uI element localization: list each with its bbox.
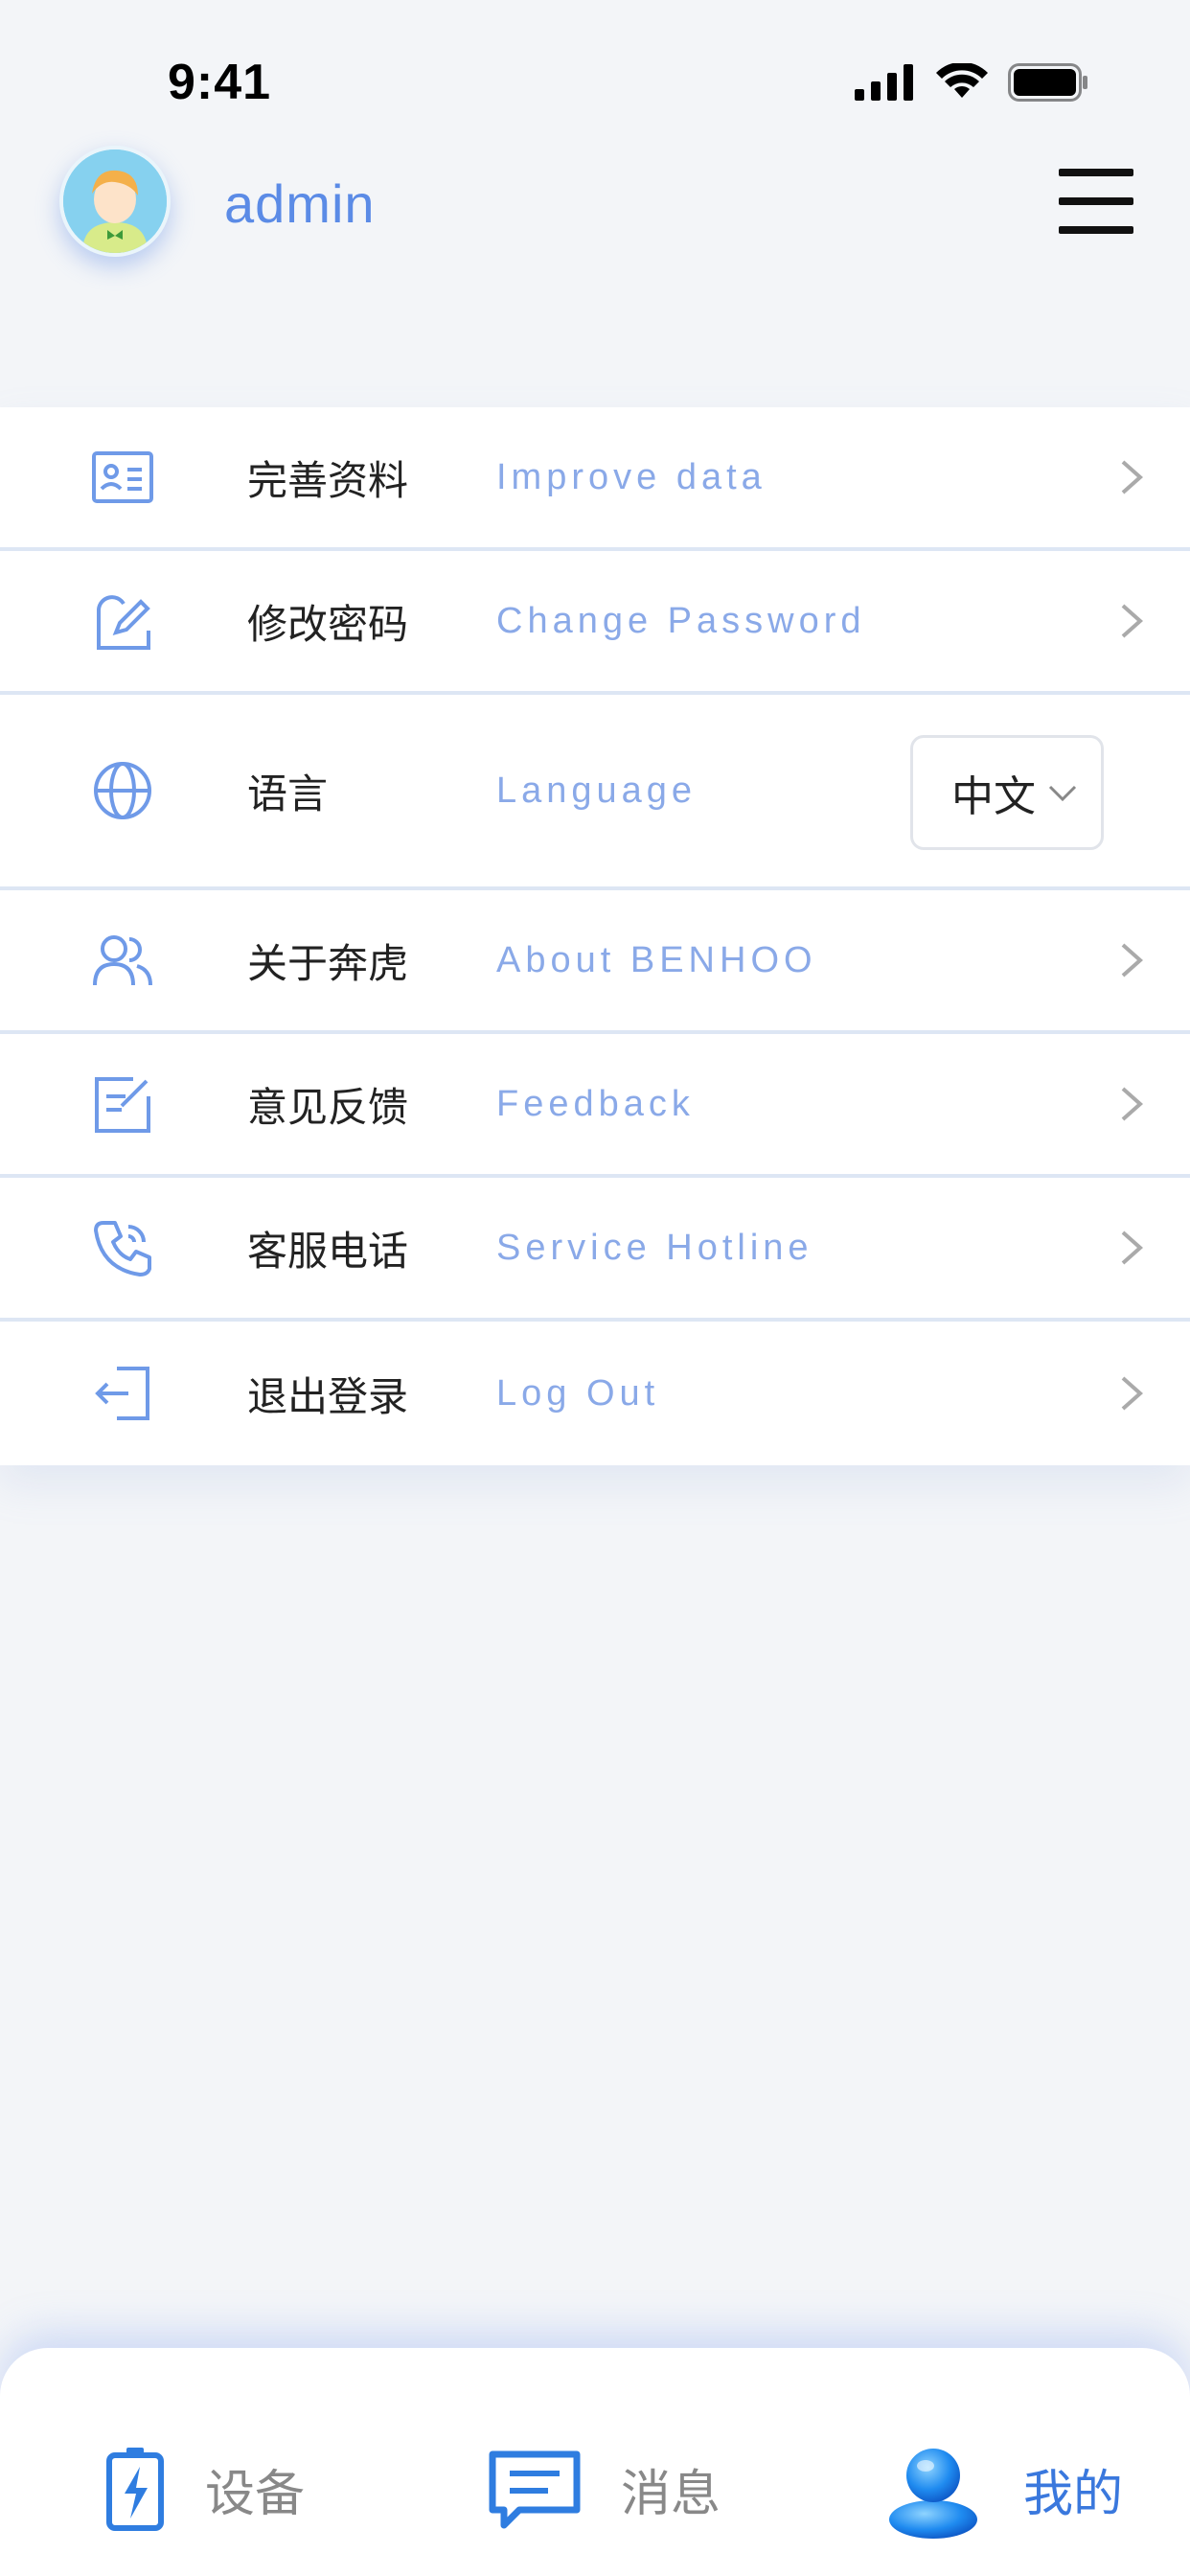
- tab-devices[interactable]: 设备: [103, 2436, 305, 2542]
- signal-icon: [855, 64, 913, 101]
- logout-icon: [90, 1361, 155, 1426]
- chevron-right-icon: [1121, 1376, 1144, 1411]
- chevron-right-icon: [1121, 1087, 1144, 1121]
- menu-item-feedback[interactable]: 意见反馈 Feedback: [0, 1034, 1190, 1178]
- menu-item-label-cn: 客服电话: [247, 1227, 409, 1275]
- chevron-right-icon: [1121, 604, 1144, 638]
- menu-item-about[interactable]: 关于奔虎 About BENHOO: [0, 890, 1190, 1034]
- tab-devices-label: 设备: [205, 2465, 306, 2523]
- status-time: 9:41: [168, 55, 272, 110]
- tab-messages-label: 消息: [621, 2465, 721, 2523]
- menu-item-label-en: Improve data: [496, 456, 767, 497]
- chevron-right-icon: [1121, 943, 1144, 978]
- menu-item-label-en: Change Password: [496, 600, 866, 641]
- edit-lock-icon: [90, 588, 155, 654]
- battery-charging-icon: [106, 2448, 164, 2531]
- status-icons: [855, 63, 1088, 102]
- profile-card-icon: [90, 445, 155, 510]
- status-bar: 9:41: [0, 0, 1190, 144]
- menu-item-label-en: Log Out: [496, 1372, 660, 1414]
- feedback-icon: [90, 1071, 155, 1137]
- menu-item-label-en: Service Hotline: [496, 1227, 813, 1268]
- globe-icon: [90, 758, 155, 823]
- chevron-down-icon: [1048, 785, 1077, 802]
- menu-item-label-en: About BENHOO: [496, 939, 817, 980]
- chat-bubble-icon: [489, 2450, 581, 2529]
- settings-menu: 完善资料 Improve data 修改密码 Change Password 语…: [0, 407, 1190, 1465]
- bottom-tab-bar: 设备 消息 我的: [0, 2348, 1190, 2576]
- menu-item-improve-data[interactable]: 完善资料 Improve data: [0, 407, 1190, 551]
- tab-mine[interactable]: 我的: [881, 2436, 1123, 2542]
- menu-item-label-cn: 修改密码: [247, 600, 409, 648]
- tab-mine-label: 我的: [1023, 2465, 1124, 2523]
- menu-item-label-en: Feedback: [496, 1083, 695, 1124]
- phone-icon: [90, 1215, 155, 1280]
- avatar-illustration: [63, 150, 167, 253]
- menu-item-label-cn: 意见反馈: [247, 1083, 409, 1131]
- chevron-right-icon: [1121, 460, 1144, 494]
- wifi-icon: [936, 63, 988, 98]
- menu-item-label-cn: 语言: [247, 770, 329, 817]
- menu-item-logout[interactable]: 退出登录 Log Out: [0, 1322, 1190, 1465]
- battery-icon: [1008, 63, 1087, 102]
- hamburger-menu-icon[interactable]: [1059, 169, 1133, 234]
- tab-messages[interactable]: 消息: [487, 2436, 721, 2542]
- chevron-right-icon: [1121, 1230, 1144, 1265]
- menu-item-language: 语言 Language 中文: [0, 695, 1190, 890]
- username[interactable]: admin: [224, 172, 376, 235]
- language-select-value: 中文: [951, 772, 1036, 821]
- language-select[interactable]: 中文: [910, 735, 1104, 850]
- user-icon: [889, 2449, 977, 2539]
- menu-item-label-cn: 关于奔虎: [247, 939, 409, 987]
- menu-item-label-en: Language: [496, 770, 698, 811]
- avatar[interactable]: [59, 146, 171, 257]
- menu-item-label-cn: 完善资料: [247, 456, 409, 504]
- menu-item-label-cn: 退出登录: [247, 1372, 409, 1420]
- menu-item-service-hotline[interactable]: 客服电话 Service Hotline: [0, 1178, 1190, 1322]
- menu-item-change-password[interactable]: 修改密码 Change Password: [0, 551, 1190, 695]
- users-icon: [90, 928, 155, 993]
